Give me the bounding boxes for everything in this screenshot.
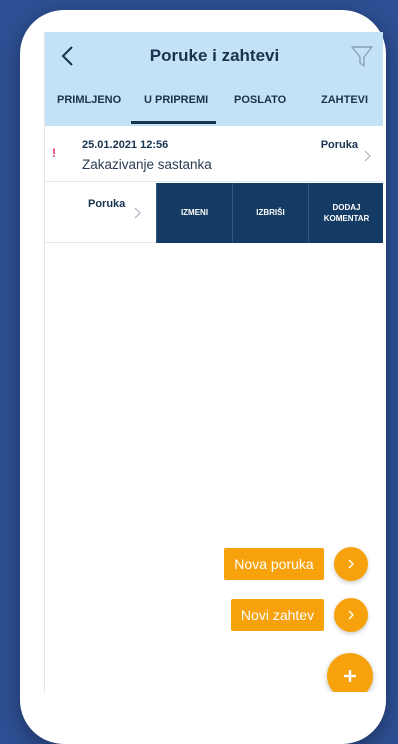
chevron-right-icon	[348, 610, 354, 620]
new-request-label[interactable]: Novi zahtev	[231, 599, 324, 631]
add-comment-label-line2: KOMENTAR	[323, 214, 370, 223]
priority-mark: !	[52, 146, 56, 160]
add-comment-button[interactable]: DODAJ KOMENTAR	[308, 183, 383, 243]
add-fab-button[interactable]	[327, 653, 373, 692]
swiped-message-row: Poruka IZMENI IZBRIŠI DODAJ KOMENTAR	[45, 183, 383, 243]
plus-icon	[344, 670, 356, 682]
add-comment-label-line1: DODAJ	[332, 202, 361, 212]
active-tab-indicator	[131, 121, 216, 124]
tab-primljeno[interactable]: PRIMLJENO	[57, 94, 121, 106]
tab-poslato[interactable]: POSLATO	[234, 94, 286, 106]
new-request-button[interactable]	[334, 598, 368, 632]
message-date: 25.01.2021 12:56	[82, 139, 169, 151]
chevron-right-icon	[364, 150, 371, 162]
tab-u-pripremi[interactable]: U PRIPREMI	[144, 94, 208, 106]
message-type: Poruka	[88, 198, 126, 210]
tab-bar: PRIMLJENO U PRIPREMI POSLATO ZAHTEVI	[45, 88, 383, 126]
delete-button[interactable]: IZBRIŠI	[232, 183, 308, 243]
page-title: Poruke i zahtevi	[149, 46, 280, 65]
new-message-label[interactable]: Nova poruka	[224, 548, 324, 580]
message-subject: Zakazivanje sastanka	[82, 157, 212, 172]
tab-zahtevi[interactable]: ZAHTEVI	[321, 94, 368, 106]
app-screen: Poruke i zahtevi PRIMLJENO U PRIPREMI PO…	[44, 32, 383, 692]
chevron-right-icon	[134, 207, 141, 219]
edit-button[interactable]: IZMENI	[156, 183, 232, 243]
filter-button[interactable]	[350, 44, 374, 68]
message-row[interactable]: ! 25.01.2021 12:56 Zakazivanje sastanka …	[45, 126, 383, 182]
message-type: Poruka	[320, 139, 358, 151]
filter-icon	[351, 46, 373, 67]
chevron-right-icon	[348, 559, 354, 569]
app-header: Poruke i zahtevi PRIMLJENO U PRIPREMI PO…	[45, 32, 383, 126]
new-message-button[interactable]	[334, 547, 368, 581]
swiped-row-content[interactable]: Poruka	[45, 183, 156, 243]
